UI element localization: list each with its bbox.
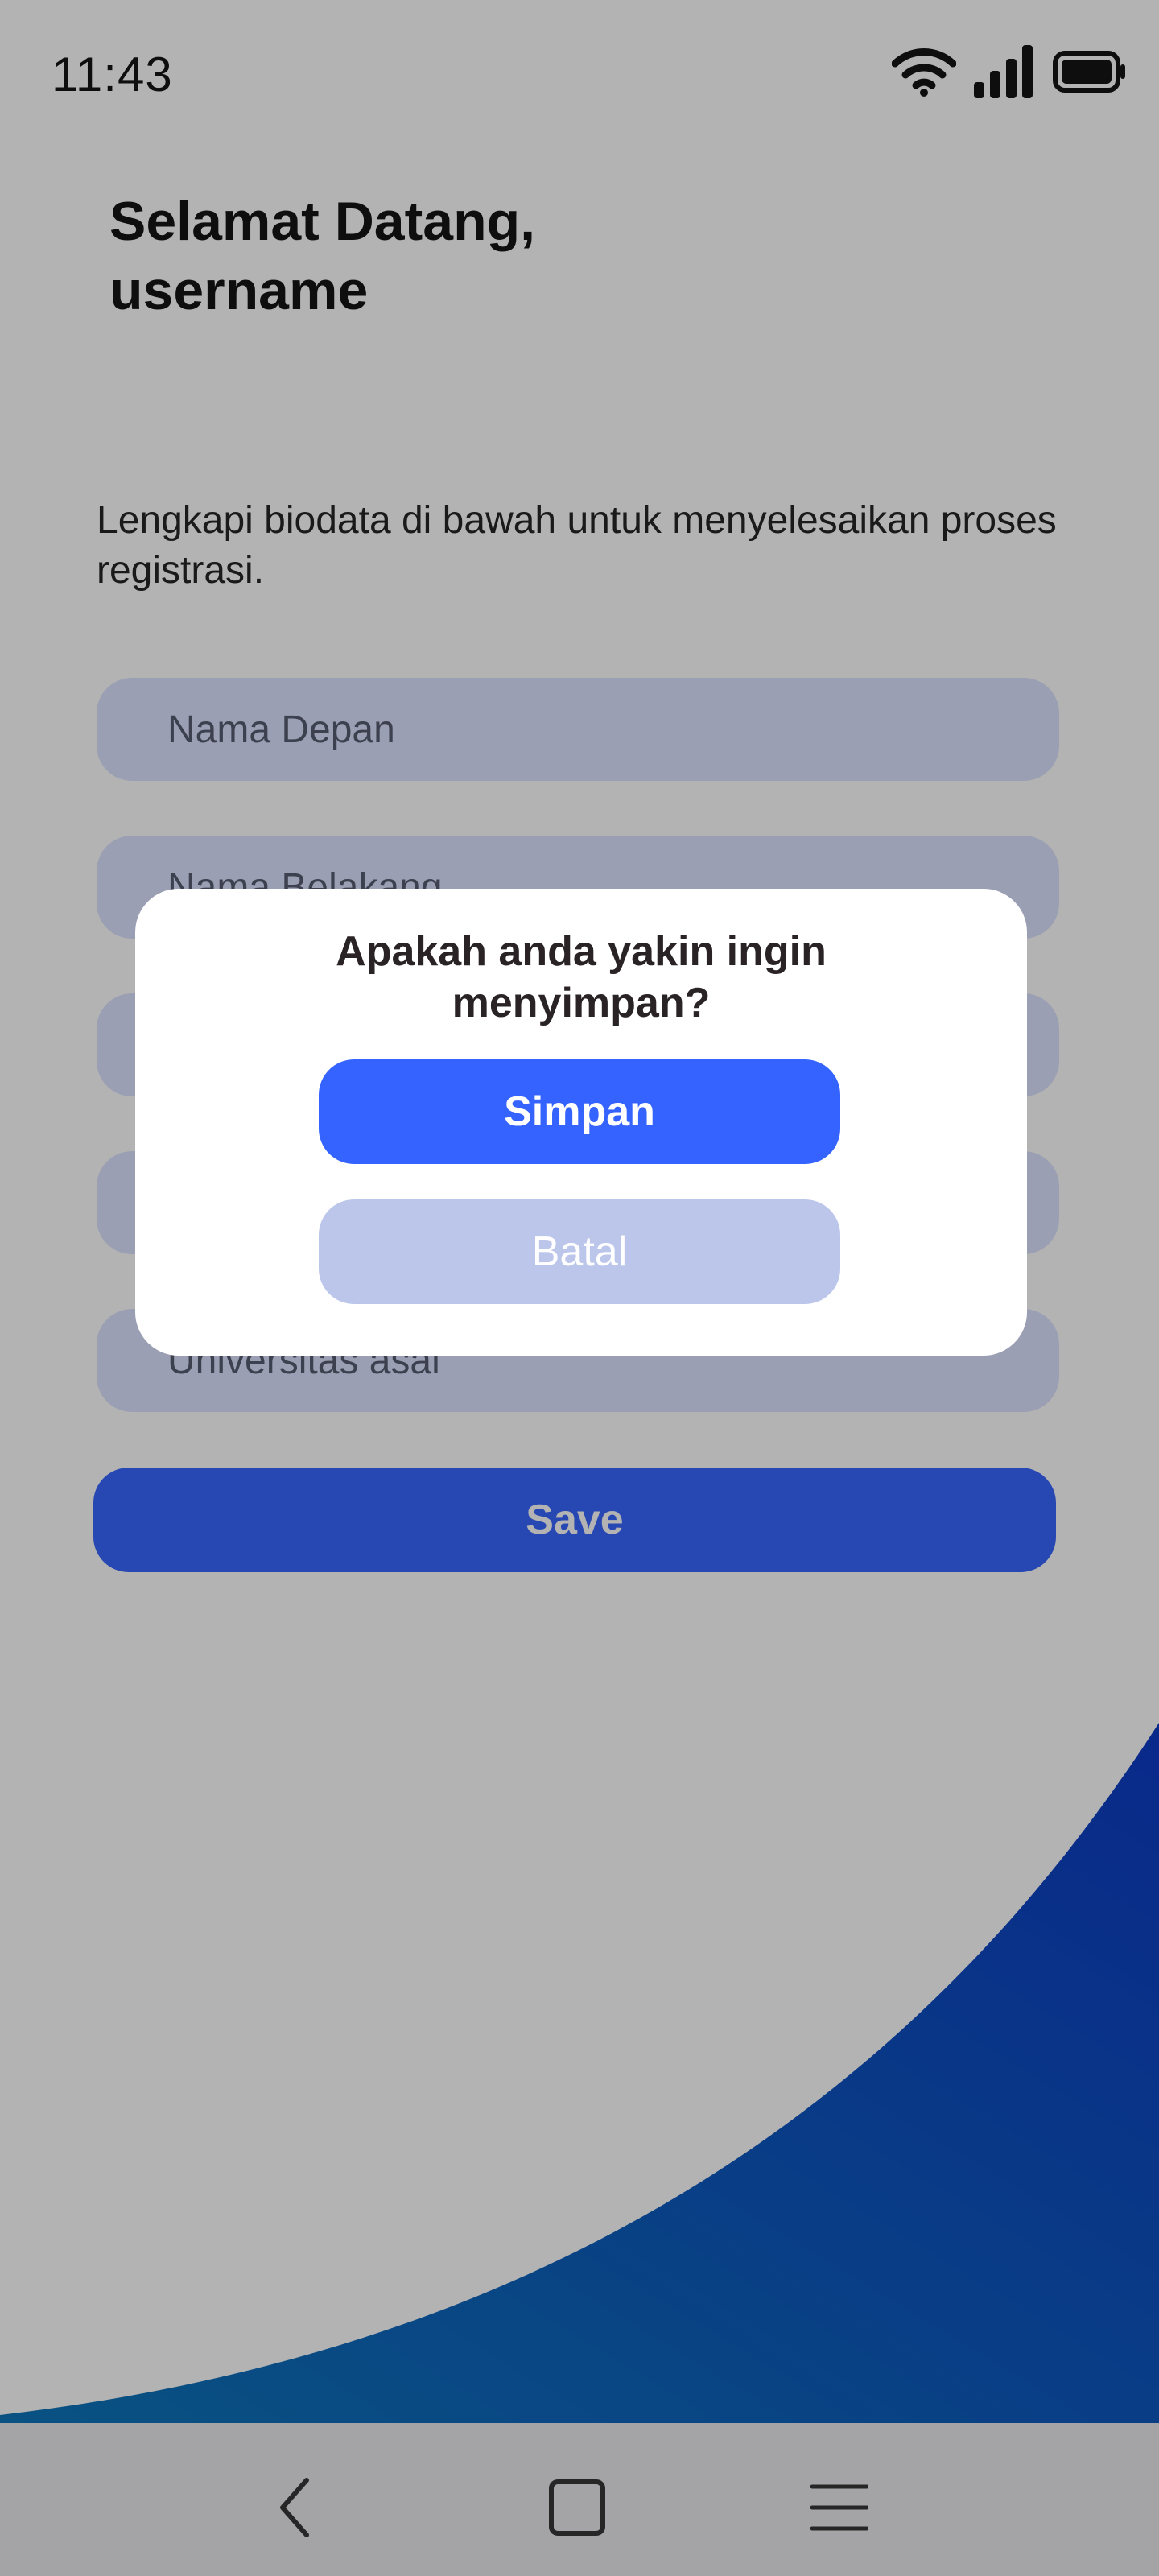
confirm-save-dialog: Apakah anda yakin ingin menyimpan? Simpa… bbox=[135, 889, 1027, 1356]
dialog-title-line-1: Apakah anda yakin ingin bbox=[336, 928, 827, 975]
dialog-title-line-2: menyimpan? bbox=[452, 980, 711, 1026]
dialog-title: Apakah anda yakin ingin menyimpan? bbox=[135, 926, 1027, 1029]
cancel-button[interactable]: Batal bbox=[319, 1199, 840, 1304]
registration-screen: 11:43 Selamat Datang, username Lengkapi … bbox=[0, 0, 1159, 2576]
confirm-save-button[interactable]: Simpan bbox=[319, 1059, 840, 1164]
